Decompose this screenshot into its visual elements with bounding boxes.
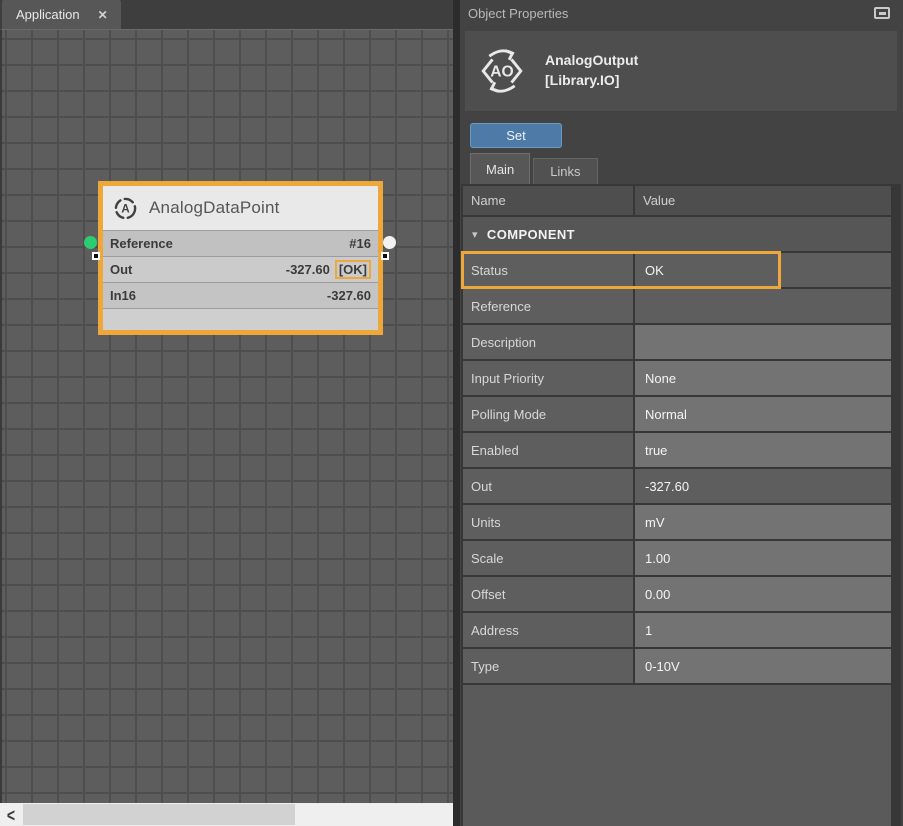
property-value[interactable]: Normal <box>635 397 891 431</box>
section-component[interactable]: ▾ COMPONENT <box>463 217 891 251</box>
block-row-value: #16 <box>349 236 371 251</box>
property-row: Out-327.60 <box>463 469 891 503</box>
section-label: COMPONENT <box>487 227 575 242</box>
block-row-value-text: -327.60 <box>327 288 371 303</box>
input-port[interactable] <box>84 236 97 249</box>
object-header-card: AO AnalogOutput [Library.IO] <box>465 31 897 111</box>
property-table: Name Value ▾ COMPONENT StatusOKReference… <box>461 184 901 826</box>
property-row: Type0-10V <box>463 649 891 683</box>
horizontal-scrollbar[interactable]: < <box>0 803 453 826</box>
application-window: Application ✕ A AnalogDataPoint <box>0 0 903 826</box>
property-name: Address <box>463 613 633 647</box>
block-row-label: In16 <box>110 288 136 303</box>
svg-text:A: A <box>121 203 129 215</box>
property-value[interactable]: 1 <box>635 613 891 647</box>
object-name: AnalogOutput <box>545 51 638 71</box>
property-name: Scale <box>463 541 633 575</box>
property-value <box>635 289 891 323</box>
block-row-value-text: -327.60 <box>286 262 330 277</box>
selection-handle-left[interactable] <box>92 252 100 260</box>
status-flag: [OK] <box>335 260 371 279</box>
block-rows: Reference #16 Out -327.60 [OK] In16 -327.60 <box>103 230 378 308</box>
object-properties-panel: Object Properties AO AnalogOutput [Libra… <box>460 0 903 826</box>
property-row: Reference <box>463 289 891 323</box>
block-row-value: -327.60 [OK] <box>286 260 371 279</box>
object-library: [Library.IO] <box>545 71 638 91</box>
selection-handle-right[interactable] <box>381 252 389 260</box>
close-icon[interactable]: ✕ <box>98 8 108 22</box>
analog-output-icon: AO <box>478 47 526 95</box>
property-row: Input PriorityNone <box>463 361 891 395</box>
tab-links[interactable]: Links <box>533 158 597 184</box>
property-row: Offset0.00 <box>463 577 891 611</box>
block-row-value: -327.60 <box>327 288 371 303</box>
set-button[interactable]: Set <box>470 123 562 148</box>
scroll-left-icon[interactable]: < <box>0 800 22 826</box>
block-header: A AnalogDataPoint <box>103 186 378 230</box>
panel-tabs: Main Links <box>470 153 598 184</box>
wiresheet-canvas[interactable]: A AnalogDataPoint Reference #16 Out -327.60… <box>0 29 453 803</box>
property-name: Status <box>463 253 633 287</box>
property-name: Input Priority <box>463 361 633 395</box>
block-row: Reference #16 <box>103 230 378 256</box>
circled-A-icon: A <box>112 195 139 222</box>
property-value[interactable]: 0.00 <box>635 577 891 611</box>
property-row: Polling ModeNormal <box>463 397 891 431</box>
tab-main[interactable]: Main <box>470 153 530 184</box>
property-name: Reference <box>463 289 633 323</box>
chevron-down-icon[interactable]: ▾ <box>472 228 478 241</box>
property-row: Enabledtrue <box>463 433 891 467</box>
property-value[interactable] <box>635 325 891 359</box>
output-port[interactable] <box>383 236 396 249</box>
tab-application-label: Application <box>16 7 80 22</box>
block-row: In16 -327.60 <box>103 282 378 308</box>
block-empty-row <box>103 308 378 330</box>
analog-datapoint-block[interactable]: A AnalogDataPoint Reference #16 Out -327.60… <box>98 181 383 335</box>
table-header: Name Value <box>463 186 891 215</box>
property-row: StatusOK <box>463 253 891 287</box>
pane-splitter[interactable] <box>453 0 460 826</box>
property-name: Out <box>463 469 633 503</box>
block-row-label: Out <box>110 262 132 277</box>
block-row: Out -327.60 [OK] <box>103 256 378 282</box>
property-name: Offset <box>463 577 633 611</box>
minimize-bar <box>879 12 886 15</box>
property-row: Description <box>463 325 891 359</box>
block-title: AnalogDataPoint <box>149 198 280 218</box>
property-value[interactable]: 1.00 <box>635 541 891 575</box>
column-header-name: Name <box>463 186 633 215</box>
property-value[interactable]: mV <box>635 505 891 539</box>
property-value: OK <box>635 253 891 287</box>
table-empty-area <box>463 685 891 826</box>
property-row: Address1 <box>463 613 891 647</box>
property-name: Polling Mode <box>463 397 633 431</box>
property-name: Units <box>463 505 633 539</box>
tab-application[interactable]: Application ✕ <box>2 0 121 29</box>
block-row-label: Reference <box>110 236 173 251</box>
property-row: UnitsmV <box>463 505 891 539</box>
panel-titlebar: Object Properties <box>460 0 903 26</box>
property-value[interactable]: None <box>635 361 891 395</box>
minimize-icon[interactable] <box>874 7 890 19</box>
property-row: Scale1.00 <box>463 541 891 575</box>
column-header-value: Value <box>635 186 891 215</box>
block-row-value-text: #16 <box>349 236 371 251</box>
svg-text:AO: AO <box>490 64 513 81</box>
panel-title: Object Properties <box>468 6 568 21</box>
property-name: Enabled <box>463 433 633 467</box>
property-value[interactable]: 0-10V <box>635 649 891 683</box>
canvas-tabstrip: Application ✕ <box>0 0 453 29</box>
scrollbar-thumb[interactable] <box>23 804 295 825</box>
canvas-pane: Application ✕ A AnalogDataPoint <box>0 0 453 826</box>
property-value[interactable]: true <box>635 433 891 467</box>
property-value: -327.60 <box>635 469 891 503</box>
block-body: A AnalogDataPoint Reference #16 Out -327.60… <box>98 181 383 335</box>
property-name: Description <box>463 325 633 359</box>
property-name: Type <box>463 649 633 683</box>
